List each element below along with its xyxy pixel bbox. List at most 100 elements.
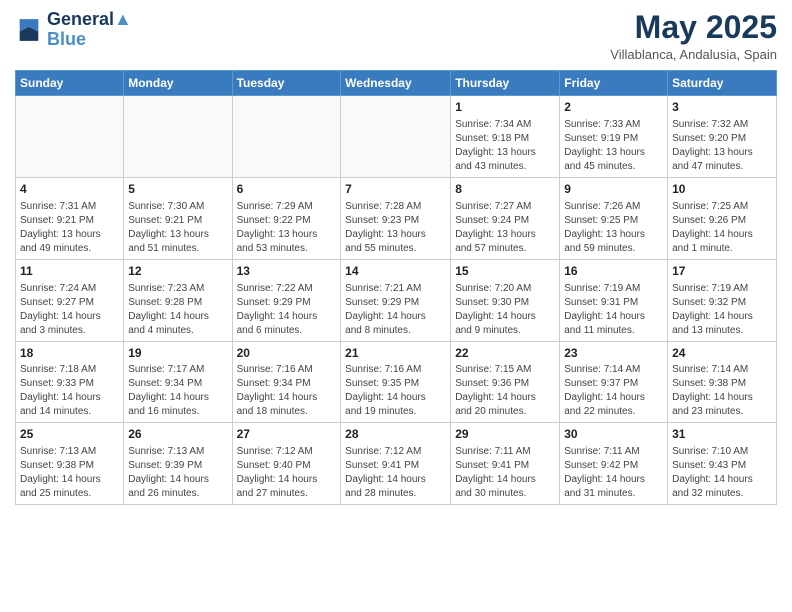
calendar-cell: 24Sunrise: 7:14 AM Sunset: 9:38 PM Dayli… <box>668 341 777 423</box>
day-number: 25 <box>20 426 119 443</box>
day-detail: Sunrise: 7:14 AM Sunset: 9:37 PM Dayligh… <box>564 363 663 419</box>
day-detail: Sunrise: 7:33 AM Sunset: 9:19 PM Dayligh… <box>564 118 663 174</box>
day-number: 28 <box>345 426 446 443</box>
day-number: 7 <box>345 181 446 198</box>
calendar-cell: 15 Sunrise: 7:20 AM Sunset: 9:30 PM Dayli… <box>451 259 560 341</box>
day-number: 24 <box>672 345 772 362</box>
day-number: 20 <box>237 345 337 362</box>
calendar-cell: 25 Sunrise: 7:13 AM Sunset: 9:38 PM Dayli… <box>16 423 124 505</box>
day-number: 27 <box>237 426 337 443</box>
calendar-cell: 28 Sunrise: 7:12 AM Sunset: 9:41 PM Dayli… <box>341 423 451 505</box>
day-number: 22 <box>455 345 555 362</box>
day-detail: Sunrise: 7:20 AM Sunset: 9:30 PM Dayligh… <box>455 282 555 338</box>
day-detail: Sunrise: 7:24 AM Sunset: 9:27 PM Dayligh… <box>20 282 119 338</box>
day-detail: Sunrise: 7:21 AM Sunset: 9:29 PM Dayligh… <box>345 282 446 338</box>
calendar-cell: 9 Sunrise: 7:26 AM Sunset: 9:25 PM Daylig… <box>560 177 668 259</box>
calendar-cell: 2 Sunrise: 7:33 AM Sunset: 9:19 PM Daylig… <box>560 96 668 178</box>
day-number: 11 <box>20 263 119 280</box>
weekday-header-thursday: Thursday <box>451 71 560 96</box>
location-subtitle: Villablanca, Andalusia, Spain <box>610 47 777 62</box>
calendar: SundayMondayTuesdayWednesdayThursdayFrid… <box>15 70 777 505</box>
weekday-header-row: SundayMondayTuesdayWednesdayThursdayFrid… <box>16 71 777 96</box>
day-number: 30 <box>564 426 663 443</box>
calendar-cell: 29Sunrise: 7:11 AM Sunset: 9:41 PM Dayli… <box>451 423 560 505</box>
calendar-cell: 7 Sunrise: 7:28 AM Sunset: 9:23 PM Daylig… <box>341 177 451 259</box>
day-detail: Sunrise: 7:26 AM Sunset: 9:25 PM Dayligh… <box>564 200 663 256</box>
day-detail: Sunrise: 7:22 AM Sunset: 9:29 PM Dayligh… <box>237 282 337 338</box>
calendar-cell: 8Sunrise: 7:27 AM Sunset: 9:24 PM Daylig… <box>451 177 560 259</box>
calendar-week-1: 4Sunrise: 7:31 AM Sunset: 9:21 PM Daylig… <box>16 177 777 259</box>
calendar-cell <box>341 96 451 178</box>
calendar-cell: 18Sunrise: 7:18 AM Sunset: 9:33 PM Dayli… <box>16 341 124 423</box>
day-detail: Sunrise: 7:14 AM Sunset: 9:38 PM Dayligh… <box>672 363 772 419</box>
day-number: 15 <box>455 263 555 280</box>
day-detail: Sunrise: 7:31 AM Sunset: 9:21 PM Dayligh… <box>20 200 119 256</box>
calendar-cell: 20Sunrise: 7:16 AM Sunset: 9:34 PM Dayli… <box>232 341 341 423</box>
day-detail: Sunrise: 7:11 AM Sunset: 9:42 PM Dayligh… <box>564 445 663 501</box>
day-number: 19 <box>128 345 227 362</box>
day-number: 18 <box>20 345 119 362</box>
calendar-cell: 6Sunrise: 7:29 AM Sunset: 9:22 PM Daylig… <box>232 177 341 259</box>
day-number: 5 <box>128 181 227 198</box>
day-number: 8 <box>455 181 555 198</box>
day-detail: Sunrise: 7:19 AM Sunset: 9:32 PM Dayligh… <box>672 282 772 338</box>
calendar-cell: 4Sunrise: 7:31 AM Sunset: 9:21 PM Daylig… <box>16 177 124 259</box>
day-detail: Sunrise: 7:18 AM Sunset: 9:33 PM Dayligh… <box>20 363 119 419</box>
day-number: 3 <box>672 99 772 116</box>
calendar-cell: 23Sunrise: 7:14 AM Sunset: 9:37 PM Dayli… <box>560 341 668 423</box>
calendar-cell: 3 Sunrise: 7:32 AM Sunset: 9:20 PM Daylig… <box>668 96 777 178</box>
weekday-header-monday: Monday <box>124 71 232 96</box>
calendar-cell: 17Sunrise: 7:19 AM Sunset: 9:32 PM Dayli… <box>668 259 777 341</box>
day-detail: Sunrise: 7:30 AM Sunset: 9:21 PM Dayligh… <box>128 200 227 256</box>
day-detail: Sunrise: 7:10 AM Sunset: 9:43 PM Dayligh… <box>672 445 772 501</box>
calendar-cell: 14Sunrise: 7:21 AM Sunset: 9:29 PM Dayli… <box>341 259 451 341</box>
day-detail: Sunrise: 7:13 AM Sunset: 9:39 PM Dayligh… <box>128 445 227 501</box>
calendar-cell: 12 Sunrise: 7:23 AM Sunset: 9:28 PM Dayli… <box>124 259 232 341</box>
day-detail: Sunrise: 7:12 AM Sunset: 9:41 PM Dayligh… <box>345 445 446 501</box>
day-detail: Sunrise: 7:17 AM Sunset: 9:34 PM Dayligh… <box>128 363 227 419</box>
calendar-cell: 27 Sunrise: 7:12 AM Sunset: 9:40 PM Dayli… <box>232 423 341 505</box>
day-detail: Sunrise: 7:15 AM Sunset: 9:36 PM Dayligh… <box>455 363 555 419</box>
day-detail: Sunrise: 7:25 AM Sunset: 9:26 PM Dayligh… <box>672 200 772 256</box>
calendar-cell: 16Sunrise: 7:19 AM Sunset: 9:31 PM Dayli… <box>560 259 668 341</box>
day-number: 23 <box>564 345 663 362</box>
day-number: 29 <box>455 426 555 443</box>
day-number: 9 <box>564 181 663 198</box>
day-detail: Sunrise: 7:12 AM Sunset: 9:40 PM Dayligh… <box>237 445 337 501</box>
logo-text: General▲ Blue <box>47 10 132 50</box>
page: General▲ Blue May 2025 Villablanca, Anda… <box>0 0 792 612</box>
weekday-header-tuesday: Tuesday <box>232 71 341 96</box>
day-detail: Sunrise: 7:28 AM Sunset: 9:23 PM Dayligh… <box>345 200 446 256</box>
weekday-header-sunday: Sunday <box>16 71 124 96</box>
day-detail: Sunrise: 7:32 AM Sunset: 9:20 PM Dayligh… <box>672 118 772 174</box>
calendar-cell: 30 Sunrise: 7:11 AM Sunset: 9:42 PM Dayli… <box>560 423 668 505</box>
logo-icon <box>15 16 43 44</box>
calendar-cell: 26 Sunrise: 7:13 AM Sunset: 9:39 PM Dayli… <box>124 423 232 505</box>
day-number: 31 <box>672 426 772 443</box>
day-detail: Sunrise: 7:23 AM Sunset: 9:28 PM Dayligh… <box>128 282 227 338</box>
day-detail: Sunrise: 7:16 AM Sunset: 9:35 PM Dayligh… <box>345 363 446 419</box>
calendar-cell <box>232 96 341 178</box>
day-number: 26 <box>128 426 227 443</box>
calendar-cell: 21Sunrise: 7:16 AM Sunset: 9:35 PM Dayli… <box>341 341 451 423</box>
weekday-header-saturday: Saturday <box>668 71 777 96</box>
day-detail: Sunrise: 7:13 AM Sunset: 9:38 PM Dayligh… <box>20 445 119 501</box>
day-number: 13 <box>237 263 337 280</box>
day-number: 2 <box>564 99 663 116</box>
calendar-week-0: 1 Sunrise: 7:34 AM Sunset: 9:18 PM Daylig… <box>16 96 777 178</box>
calendar-cell <box>124 96 232 178</box>
day-detail: Sunrise: 7:16 AM Sunset: 9:34 PM Dayligh… <box>237 363 337 419</box>
day-detail: Sunrise: 7:34 AM Sunset: 9:18 PM Dayligh… <box>455 118 555 174</box>
day-number: 1 <box>455 99 555 116</box>
calendar-cell: 13 Sunrise: 7:22 AM Sunset: 9:29 PM Dayli… <box>232 259 341 341</box>
calendar-cell: 1 Sunrise: 7:34 AM Sunset: 9:18 PM Daylig… <box>451 96 560 178</box>
day-detail: Sunrise: 7:29 AM Sunset: 9:22 PM Dayligh… <box>237 200 337 256</box>
day-detail: Sunrise: 7:19 AM Sunset: 9:31 PM Dayligh… <box>564 282 663 338</box>
calendar-cell: 10Sunrise: 7:25 AM Sunset: 9:26 PM Dayli… <box>668 177 777 259</box>
weekday-header-wednesday: Wednesday <box>341 71 451 96</box>
calendar-cell <box>16 96 124 178</box>
weekday-header-friday: Friday <box>560 71 668 96</box>
calendar-cell: 22Sunrise: 7:15 AM Sunset: 9:36 PM Dayli… <box>451 341 560 423</box>
calendar-cell: 19Sunrise: 7:17 AM Sunset: 9:34 PM Dayli… <box>124 341 232 423</box>
day-number: 12 <box>128 263 227 280</box>
